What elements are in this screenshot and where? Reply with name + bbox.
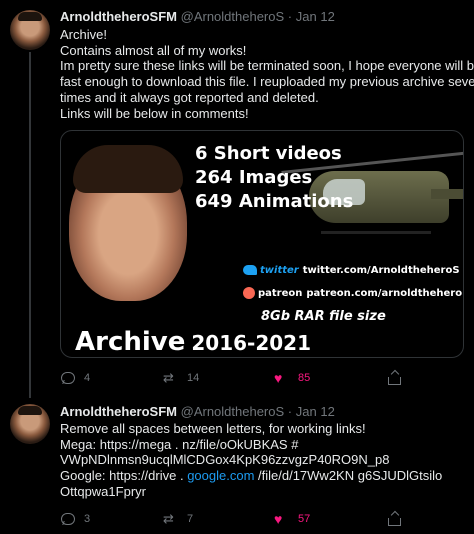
archive-years: 2016-2021 [191, 331, 312, 355]
media-twitter-line: twitter twitter.com/ArnoldtheheroS [243, 265, 460, 276]
patreon-icon [243, 287, 255, 299]
user-handle[interactable]: @ArnoldtheheroS [181, 404, 285, 419]
media-patreon-line: patreon patreon.com/arnoldthehero [243, 287, 462, 299]
portrait-hair [73, 145, 183, 193]
separator: · [287, 9, 293, 24]
google-suffix: /file/d/17Ww2KN g6SJUDlGtsilo [254, 468, 443, 484]
twitter-bird-icon [243, 265, 257, 275]
avatar[interactable] [10, 10, 50, 50]
media-file-size: 8Gb RAR file size [261, 309, 386, 324]
display-name[interactable]: ArnoldtheheroSFM [60, 9, 177, 24]
like-count: 85 [298, 372, 311, 384]
reply-button[interactable]: 3 [60, 510, 90, 528]
share-icon [386, 512, 402, 526]
retweet-button[interactable]: ⇄ 7 [163, 510, 193, 528]
tweet-header: ArnoldtheheroSFM @ArnoldtheheroS · Jan 1… [60, 9, 335, 25]
helicopter-tail [431, 189, 463, 199]
reply-button[interactable]: 4 [60, 369, 90, 387]
patreon-url: patreon.com/arnoldthehero [306, 288, 463, 299]
like-button[interactable]: ♥ 85 [274, 369, 310, 387]
tweet-text-line: Links will be below in comments! [60, 105, 249, 121]
tweet-text-line: fast enough to download this file. I reu… [60, 74, 474, 90]
reply-icon [60, 512, 76, 526]
tweet-text: Archive! Contains almost all of my works… [60, 27, 474, 121]
patreon-wordmark: patreon [258, 288, 303, 299]
retweet-icon: ⇄ [163, 511, 174, 526]
media-image[interactable]: 6 Short videos 264 Images 649 Animations… [60, 130, 464, 358]
google-link[interactable]: google.com [187, 468, 254, 483]
twitter-url: twitter.com/ArnoldtheheroS [302, 265, 460, 276]
retweet-icon: ⇄ [163, 370, 174, 385]
helicopter-skid [321, 231, 431, 234]
archive-label: Archive [75, 327, 186, 357]
tweet-actions: 4 ⇄ 14 ♥ 85 [60, 369, 460, 387]
display-name[interactable]: ArnoldtheheroSFM [60, 404, 177, 419]
media-caption-videos: 6 Short videos [195, 143, 342, 164]
share-button[interactable] [386, 510, 402, 528]
tweet-text-line: times and it always got reported and del… [60, 89, 319, 105]
thread-line [29, 52, 31, 398]
tweet[interactable]: ArnoldtheheroSFM @ArnoldtheheroS · Jan 1… [0, 398, 474, 534]
tweet-text-line: Im pretty sure these links will be termi… [60, 58, 474, 74]
retweet-button[interactable]: ⇄ 14 [163, 369, 199, 387]
tweet-text: Remove all spaces between letters, for w… [60, 421, 465, 500]
media-caption-animations: 649 Animations [195, 191, 354, 212]
media-caption-images: 264 Images [195, 167, 313, 188]
tweet-text-line: Contains almost all of my works! [60, 42, 247, 58]
tweet-text-line: Remove all spaces between letters, for w… [60, 421, 366, 436]
reply-icon [60, 371, 76, 385]
avatar[interactable] [10, 404, 50, 444]
reply-count: 4 [84, 372, 91, 384]
tweet-text-line: Google: https://drive . google.com /file… [60, 468, 465, 484]
google-prefix: Google: https://drive . [60, 468, 188, 484]
retweet-count: 14 [187, 372, 200, 384]
share-button[interactable] [386, 369, 402, 387]
retweet-count: 7 [187, 513, 194, 525]
media-archive-title: Archive 2016-2021 [75, 327, 311, 357]
tweet-actions: 3 ⇄ 7 ♥ 57 [60, 510, 460, 528]
tweet-text-line: VWpNDlnmsn9ucqlMlCDGox4KpK96zzvgzP40RO9N… [60, 452, 390, 468]
tweet-text-line: Mega: https://mega . nz/file/oOkUBKAS # [60, 436, 299, 452]
tweet-date[interactable]: Jan 12 [296, 9, 335, 24]
heart-icon: ♥ [274, 370, 283, 386]
heart-icon: ♥ [274, 511, 283, 527]
separator: · [287, 404, 293, 419]
user-handle[interactable]: @ArnoldtheheroS [181, 9, 285, 24]
like-button[interactable]: ♥ 57 [274, 510, 310, 528]
tweet-date[interactable]: Jan 12 [296, 404, 335, 419]
like-count: 57 [298, 513, 311, 525]
tweet-header: ArnoldtheheroSFM @ArnoldtheheroS · Jan 1… [60, 404, 335, 420]
tweet-text-line: Ottqpwa1Fpryr [60, 483, 146, 499]
twitter-wordmark: twitter [260, 265, 299, 276]
tweet[interactable]: ArnoldtheheroSFM @ArnoldtheheroS · Jan 1… [0, 0, 474, 398]
share-icon [386, 371, 402, 385]
tweet-text-line: Archive! [60, 27, 107, 42]
reply-count: 3 [84, 513, 91, 525]
